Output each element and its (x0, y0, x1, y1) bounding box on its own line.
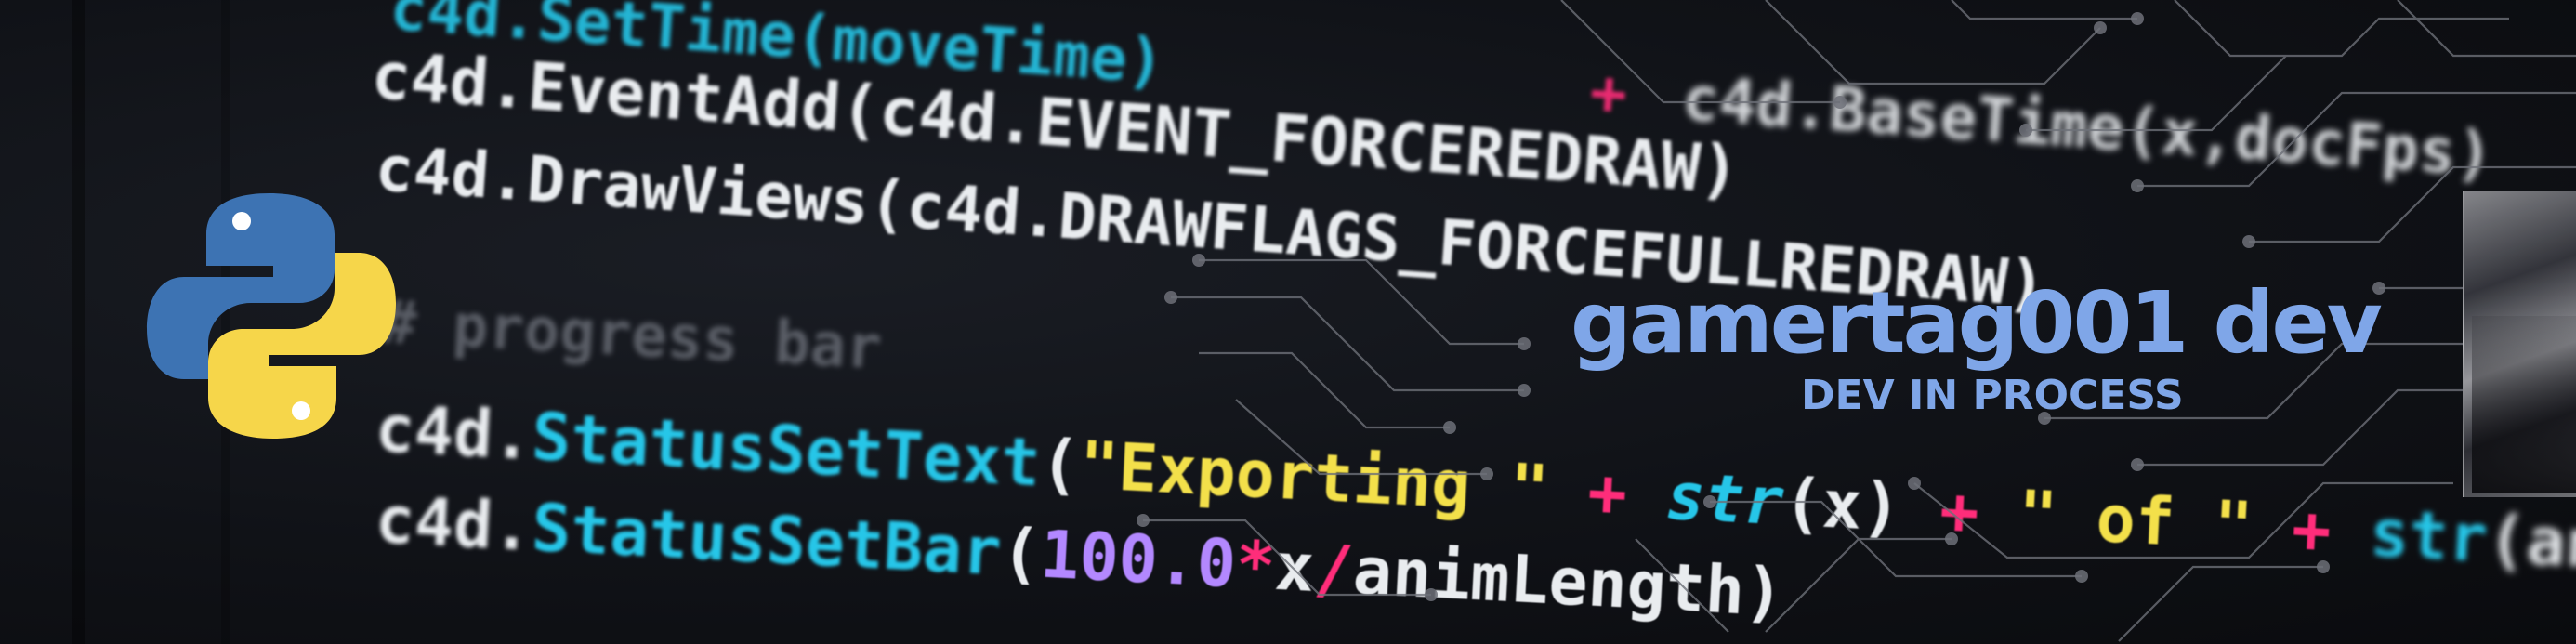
banner-title: gamertag001 dev (1571, 273, 2383, 373)
banner-subtitle: DEV IN PROCESS (1801, 372, 2184, 419)
banner: c4d.SetTime(moveTime) + c4d.BaseTime(x,d… (0, 0, 2576, 644)
tape-shadow (2472, 316, 2576, 493)
python-logo-icon (147, 193, 396, 439)
